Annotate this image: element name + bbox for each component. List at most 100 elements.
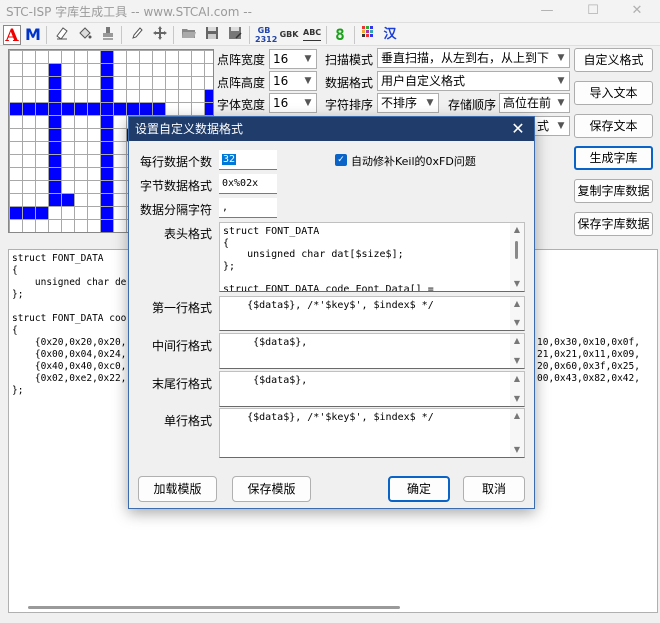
save-text-button[interactable]: 保存文本 (574, 114, 653, 138)
glyph-cell[interactable] (75, 51, 87, 63)
glyph-cell[interactable] (10, 168, 22, 180)
pencil-icon[interactable] (128, 25, 146, 45)
glyph-cell[interactable] (62, 194, 74, 206)
glyph-cell[interactable] (49, 90, 61, 102)
glyph-cell[interactable] (10, 220, 22, 232)
glyph-cell[interactable] (49, 64, 61, 76)
glyph-cell[interactable] (36, 220, 48, 232)
font-mode-button[interactable]: M (24, 25, 42, 45)
save-template-button[interactable]: 保存模版 (232, 476, 311, 502)
glyph-cell[interactable] (62, 116, 74, 128)
scroll-up-icon[interactable]: ▲ (510, 224, 524, 236)
glyph-cell[interactable] (153, 103, 165, 115)
glyph-cell[interactable] (179, 64, 191, 76)
glyph-cell[interactable] (179, 103, 191, 115)
scroll-down-icon[interactable]: ▼ (510, 393, 524, 405)
glyph-cell[interactable] (101, 64, 113, 76)
glyph-cell[interactable] (127, 64, 139, 76)
stamp-icon[interactable] (99, 25, 117, 45)
glyph-cell[interactable] (49, 168, 61, 180)
glyph-cell[interactable] (101, 51, 113, 63)
glyph-cell[interactable] (114, 116, 126, 128)
move-icon[interactable] (151, 25, 169, 45)
glyph-cell[interactable] (10, 181, 22, 193)
glyph-cell[interactable] (192, 77, 204, 89)
ok-button[interactable]: 确定 (388, 476, 450, 502)
glyph-cell[interactable] (114, 142, 126, 154)
gb2312-button[interactable]: GB 2312 (255, 25, 277, 45)
glyph-cell[interactable] (75, 64, 87, 76)
glyph-cell[interactable] (114, 155, 126, 167)
glyph-cell[interactable] (23, 207, 35, 219)
glyph-cell[interactable] (23, 90, 35, 102)
glyph-cell[interactable] (75, 194, 87, 206)
glyph-cell[interactable] (140, 90, 152, 102)
glyph-cell[interactable] (23, 194, 35, 206)
glyph-cell[interactable] (75, 129, 87, 141)
glyph-cell[interactable] (62, 220, 74, 232)
last-row-textarea[interactable]: {$data$}, ▲ ▼ (219, 371, 525, 407)
glyph-cell[interactable] (36, 155, 48, 167)
glyph-cell[interactable] (49, 155, 61, 167)
glyph-cell[interactable] (114, 90, 126, 102)
glyph-cell[interactable] (62, 129, 74, 141)
per-row-input[interactable]: 32 (219, 150, 277, 170)
glyph-cell[interactable] (88, 116, 100, 128)
glyph-cell[interactable] (62, 51, 74, 63)
glyph-cell[interactable] (166, 77, 178, 89)
close-button[interactable]: ✕ (614, 0, 660, 22)
glyph-cell[interactable] (10, 194, 22, 206)
glyph-cell[interactable] (10, 129, 22, 141)
import-text-button[interactable]: 导入文本 (574, 81, 653, 105)
glyph-cell[interactable] (101, 77, 113, 89)
glyph-cell[interactable] (49, 142, 61, 154)
glyph-cell[interactable] (88, 155, 100, 167)
glyph-cell[interactable] (153, 77, 165, 89)
scroll-thumb[interactable] (515, 241, 518, 259)
scroll-up-icon[interactable]: ▲ (510, 373, 524, 385)
abc-button[interactable]: ABC (303, 25, 321, 41)
glyph-cell[interactable] (88, 168, 100, 180)
glyph-cell[interactable] (153, 51, 165, 63)
glyph-cell[interactable] (101, 142, 113, 154)
glyph-cell[interactable] (36, 207, 48, 219)
glyph-cell[interactable] (23, 51, 35, 63)
glyph-cell[interactable] (205, 103, 214, 115)
glyph-cell[interactable] (114, 129, 126, 141)
glyph-cell[interactable] (49, 220, 61, 232)
glyph-cell[interactable] (101, 103, 113, 115)
glyph-cell[interactable] (88, 181, 100, 193)
glyph-cell[interactable] (36, 77, 48, 89)
glyph-cell[interactable] (49, 194, 61, 206)
save-icon[interactable] (203, 25, 221, 45)
glyph-cell[interactable] (88, 51, 100, 63)
glyph-cell[interactable] (114, 181, 126, 193)
glyph-cell[interactable] (62, 142, 74, 154)
glyph-cell[interactable] (36, 194, 48, 206)
glyph-cell[interactable] (36, 142, 48, 154)
glyph-cell[interactable] (23, 77, 35, 89)
glyph-cell[interactable] (62, 155, 74, 167)
glyph-cell[interactable] (75, 220, 87, 232)
glyph-cell[interactable] (23, 220, 35, 232)
byte-format-input[interactable]: 0x%02x (219, 174, 277, 194)
glyph-cell[interactable] (36, 168, 48, 180)
glyph-cell[interactable] (36, 129, 48, 141)
glyph-cell[interactable] (75, 168, 87, 180)
font-width-select[interactable]: 16 ▼ (269, 93, 317, 113)
glyph-cell[interactable] (153, 64, 165, 76)
maximize-button[interactable]: ☐ (570, 0, 616, 22)
glyph-cell[interactable] (62, 77, 74, 89)
save-as-icon[interactable] (226, 25, 244, 45)
glyph-cell[interactable] (49, 51, 61, 63)
glyph-cell[interactable] (127, 51, 139, 63)
scroll-down-icon[interactable]: ▼ (510, 278, 524, 290)
glyph-cell[interactable] (75, 155, 87, 167)
single-row-textarea[interactable]: {$data$}, /*'$key$', $index$ */ ▲ ▼ (219, 408, 525, 458)
glyph-cell[interactable] (62, 207, 74, 219)
glyph-cell[interactable] (114, 220, 126, 232)
glyph-cell[interactable] (49, 116, 61, 128)
glyph-cell[interactable] (114, 103, 126, 115)
scroll-up-icon[interactable]: ▲ (510, 335, 524, 347)
header-textarea[interactable]: struct FONT_DATA { unsigned char dat[$si… (219, 222, 525, 292)
